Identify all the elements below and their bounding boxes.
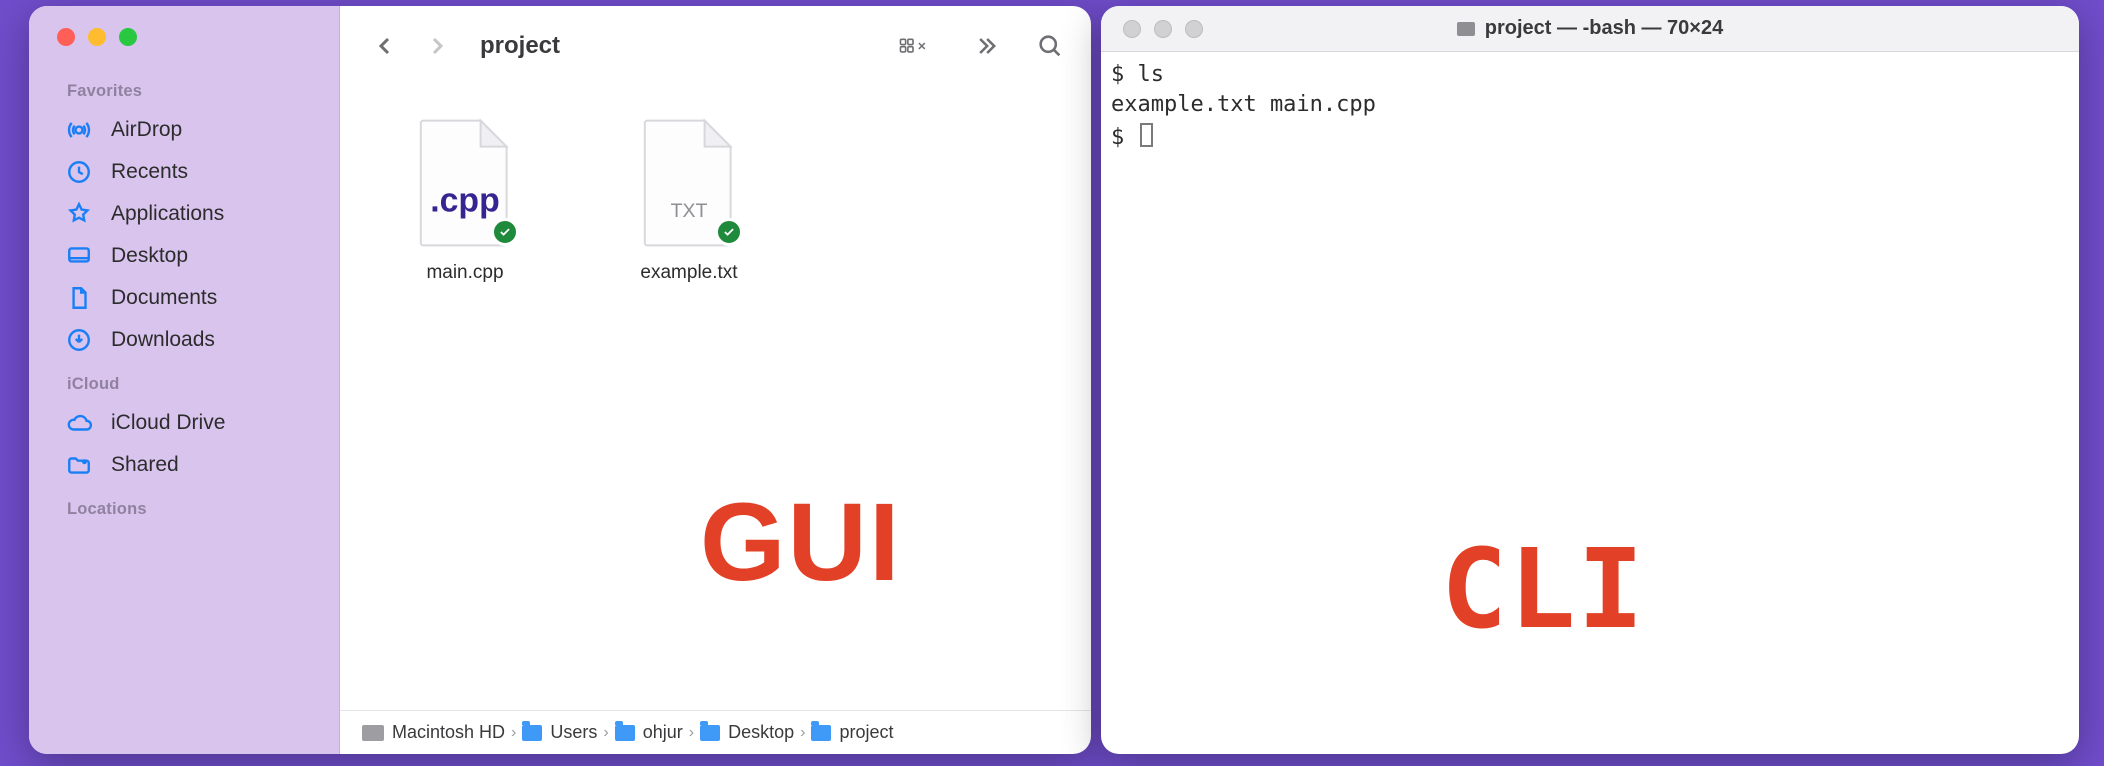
folder-icon — [700, 725, 720, 741]
more-tools-button[interactable] — [963, 26, 1009, 66]
chevron-right-icon: › — [689, 724, 694, 742]
sidebar-item-label: Downloads — [111, 328, 215, 352]
window-controls — [1101, 20, 1203, 38]
folder-icon — [811, 725, 831, 741]
sidebar-section-locations: Locations — [29, 486, 339, 527]
airdrop-icon — [65, 116, 93, 144]
file-ext-label: .cpp — [430, 182, 499, 220]
sidebar-item-label: Applications — [111, 202, 224, 226]
sidebar-item-applications[interactable]: Applications — [29, 193, 339, 235]
file-name-label: main.cpp — [426, 262, 503, 284]
file-item[interactable]: TXT example.txt — [624, 118, 754, 284]
sidebar-item-label: iCloud Drive — [111, 411, 225, 435]
terminal-line: example.txt main.cpp — [1111, 92, 1376, 117]
terminal-body[interactable]: $ ls example.txt main.cpp $ CLI — [1101, 52, 2079, 754]
finder-content[interactable]: .cpp main.cpp TXT — [340, 86, 1091, 710]
finder-toolbar: project — [340, 6, 1091, 86]
sidebar-item-label: Shared — [111, 453, 179, 477]
back-button[interactable] — [368, 29, 402, 63]
path-crumb-label: ohjur — [643, 722, 683, 743]
search-button[interactable] — [1027, 26, 1073, 66]
chevron-right-icon: › — [511, 724, 516, 742]
path-crumb-label: Macintosh HD — [392, 722, 505, 743]
cloud-icon — [65, 409, 93, 437]
synced-badge-icon — [715, 218, 743, 246]
file-ext-label: TXT — [671, 200, 708, 222]
zoom-button[interactable] — [1185, 20, 1203, 38]
txt-file-icon: TXT — [637, 118, 741, 248]
folder-icon — [522, 725, 542, 741]
applications-icon — [65, 200, 93, 228]
sidebar-item-label: Recents — [111, 160, 188, 184]
path-crumb-label: Desktop — [728, 722, 794, 743]
chevron-right-icon: › — [603, 724, 608, 742]
path-crumb[interactable]: Macintosh HD — [362, 722, 505, 743]
terminal-line: $ — [1111, 125, 1138, 150]
clock-icon — [65, 158, 93, 186]
sidebar-item-desktop[interactable]: Desktop — [29, 235, 339, 277]
path-crumb[interactable]: project — [811, 722, 893, 743]
sidebar-item-airdrop[interactable]: AirDrop — [29, 109, 339, 151]
cli-overlay-label: CLI — [1441, 574, 1646, 604]
minimize-button[interactable] — [88, 28, 106, 46]
shared-folder-icon — [65, 451, 93, 479]
sidebar-item-downloads[interactable]: Downloads — [29, 319, 339, 361]
path-crumb-label: project — [839, 722, 893, 743]
path-crumb-label: Users — [550, 722, 597, 743]
close-button[interactable] — [1123, 20, 1141, 38]
sidebar-section-favorites: Favorites — [29, 68, 339, 109]
download-icon — [65, 326, 93, 354]
path-crumb[interactable]: ohjur — [615, 722, 683, 743]
forward-button[interactable] — [420, 29, 454, 63]
desktop-icon — [65, 242, 93, 270]
chevron-right-icon: › — [800, 724, 805, 742]
finder-pathbar: Macintosh HD › Users › ohjur › Desktop ›… — [340, 710, 1091, 754]
synced-badge-icon — [491, 218, 519, 246]
file-name-label: example.txt — [640, 262, 737, 284]
disk-icon — [362, 725, 384, 741]
path-crumb[interactable]: Desktop — [700, 722, 794, 743]
document-icon — [65, 284, 93, 312]
window-controls — [29, 28, 339, 68]
zoom-button[interactable] — [119, 28, 137, 46]
finder-main: project — [340, 6, 1091, 754]
terminal-titlebar: project — -bash — 70×24 — [1101, 6, 2079, 52]
sidebar-item-label: Documents — [111, 286, 217, 310]
close-button[interactable] — [57, 28, 75, 46]
terminal-window: project — -bash — 70×24 $ ls example.txt… — [1101, 6, 2079, 754]
minimize-button[interactable] — [1154, 20, 1172, 38]
folder-title: project — [480, 32, 560, 60]
view-options-button[interactable] — [881, 26, 945, 66]
folder-icon — [615, 725, 635, 741]
sidebar-item-recents[interactable]: Recents — [29, 151, 339, 193]
path-crumb[interactable]: Users — [522, 722, 597, 743]
file-item[interactable]: .cpp main.cpp — [400, 118, 530, 284]
finder-window: Favorites AirDrop Recents Applications D… — [29, 6, 1091, 754]
sidebar-item-label: AirDrop — [111, 118, 182, 142]
cpp-file-icon: .cpp — [413, 118, 517, 248]
terminal-cursor — [1140, 123, 1153, 147]
sidebar-item-label: Desktop — [111, 244, 188, 268]
sidebar-item-documents[interactable]: Documents — [29, 277, 339, 319]
terminal-title-label: project — -bash — 70×24 — [1485, 17, 1723, 40]
folder-icon — [1457, 22, 1475, 36]
finder-sidebar: Favorites AirDrop Recents Applications D… — [29, 6, 340, 754]
sidebar-item-shared[interactable]: Shared — [29, 444, 339, 486]
sidebar-item-icloud-drive[interactable]: iCloud Drive — [29, 402, 339, 444]
terminal-line: $ ls — [1111, 62, 1164, 87]
sidebar-section-icloud: iCloud — [29, 361, 339, 402]
